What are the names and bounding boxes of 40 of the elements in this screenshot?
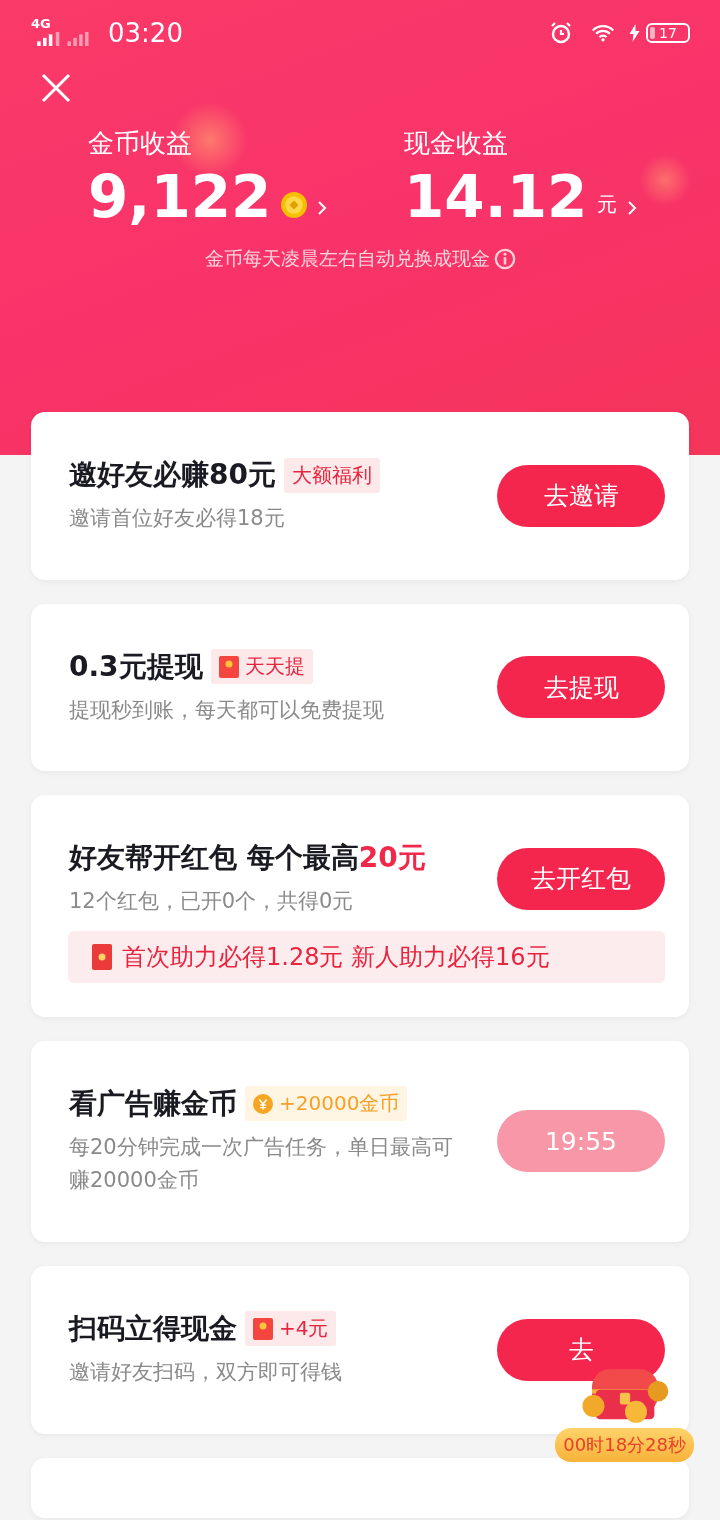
- bonus-text: 首次助力必得1.28元 新人助力必得16元: [122, 941, 550, 973]
- network-label: 4G: [31, 16, 51, 31]
- stat-label: 金币收益: [88, 127, 193, 160]
- task-description: 邀请首位好友必得18元: [69, 505, 286, 532]
- task-title: 看广告赚金币: [69, 1085, 237, 1122]
- task-button[interactable]: 去提现: [497, 656, 665, 719]
- task-title: 扫码立得现金: [69, 1310, 237, 1347]
- task-button[interactable]: 去: [497, 1318, 665, 1381]
- task-button[interactable]: 去邀请: [497, 464, 665, 527]
- unit-label: 元: [597, 190, 618, 218]
- envelope-icon: [253, 1317, 273, 1340]
- task-title: 好友帮开红包 每个最高20元: [69, 840, 426, 877]
- coin-icon: [281, 191, 308, 218]
- reward-tag: 大额福利: [283, 457, 380, 493]
- chevron-right-icon[interactable]: [627, 199, 638, 216]
- battery-indicator: 17: [646, 23, 690, 43]
- close-icon[interactable]: [40, 72, 72, 104]
- info-icon[interactable]: [493, 247, 516, 270]
- exchange-note: 金币每天凌晨左右自动兑换成现金: [204, 245, 490, 271]
- stat-value[interactable]: 9,122: [88, 167, 272, 228]
- reward-tag: +20000金币: [245, 1086, 408, 1122]
- stat-label: 现金收益: [404, 127, 509, 160]
- clock-time: 03:20: [108, 18, 183, 48]
- charging-icon: [629, 24, 640, 42]
- task-description: 邀请好友扫码，双方即可得钱: [69, 1358, 343, 1386]
- task-description: 提现秒到账，每天都可以免费提现: [69, 696, 385, 724]
- task-title: 邀好友必赚80元: [69, 457, 276, 493]
- alarm-icon: [549, 21, 573, 45]
- task-description: 12个红包，已开0个，共得0元: [69, 888, 355, 916]
- reward-tag: +4元: [245, 1311, 337, 1347]
- yuan-coin-icon: [253, 1092, 273, 1115]
- task-description: 每20分钟完成一次广告任务，单日最高可赚20000金币: [69, 1133, 454, 1195]
- chevron-right-icon[interactable]: [317, 199, 328, 216]
- envelope-icon: [92, 943, 112, 970]
- stat-value[interactable]: 14.12: [404, 167, 588, 228]
- reward-tag: 天天提: [210, 649, 313, 685]
- task-title: 0.3元提现: [69, 648, 203, 685]
- envelope-icon: [218, 655, 239, 678]
- task-button[interactable]: 去开红包: [497, 848, 665, 910]
- countdown-timer: 00时18分28秒: [555, 1428, 694, 1462]
